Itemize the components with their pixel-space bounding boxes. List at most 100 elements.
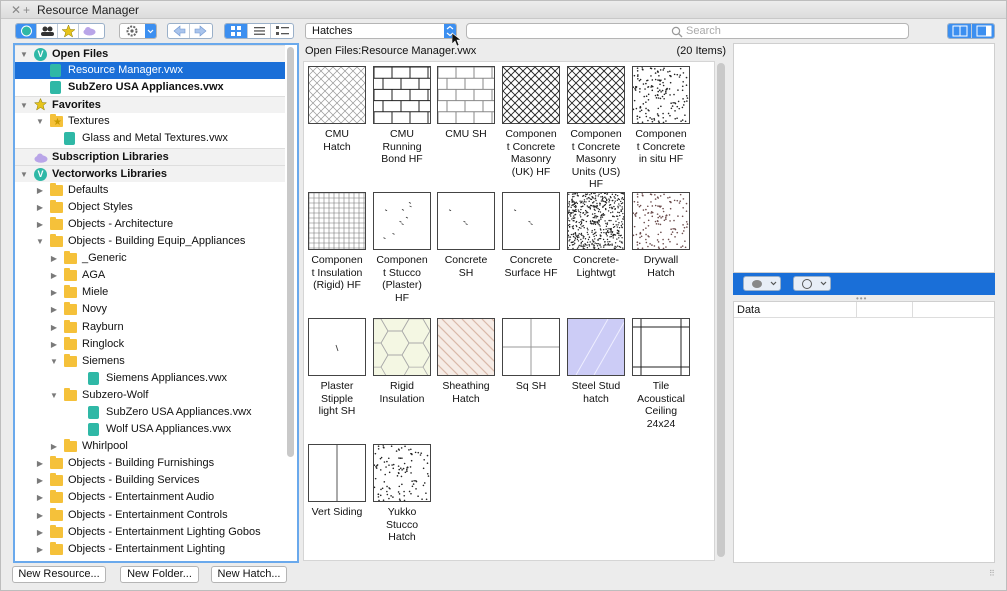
hatch-tile[interactable]: CMU SH: [437, 66, 495, 141]
disclosure-closed-icon[interactable]: ▶: [49, 336, 59, 353]
tree-item[interactable]: Subscription Libraries: [15, 147, 285, 165]
disclosure-closed-icon[interactable]: ▶: [49, 267, 59, 284]
disclosure-closed-icon[interactable]: ▶: [49, 250, 59, 267]
tree-item[interactable]: ▶ Object Styles: [15, 199, 285, 216]
hatch-tile[interactable]: Vert Siding: [308, 444, 366, 519]
favorites-button[interactable]: [58, 24, 79, 38]
disclosure-open-icon[interactable]: ▼: [35, 113, 45, 130]
disclosure-closed-icon[interactable]: ▶: [35, 472, 45, 489]
tree-item[interactable]: ▶ AGA: [15, 267, 285, 284]
new-resource-button[interactable]: New Resource...: [12, 566, 106, 583]
thumbnail-view-button[interactable]: [225, 24, 248, 38]
tree-item[interactable]: Resource Manager.vwx: [15, 62, 285, 80]
disclosure-closed-icon[interactable]: ▶: [35, 524, 45, 541]
hatch-tile[interactable]: Plaster Stipple light SH: [308, 318, 366, 418]
tree-item[interactable]: ▼ Objects - Building Equip_Appliances: [15, 233, 285, 250]
tree-item[interactable]: ▶ Rayburn: [15, 319, 285, 336]
render-mode-dropdown[interactable]: [743, 276, 781, 291]
hatch-tile[interactable]: CMU Hatch: [308, 66, 366, 153]
tree-item[interactable]: SubZero USA Appliances.vwx: [15, 79, 285, 96]
search-input[interactable]: Search: [466, 23, 909, 39]
disclosure-open-icon[interactable]: ▼: [49, 387, 59, 404]
hatch-tile[interactable]: Concrete- Lightwgt: [567, 192, 625, 279]
tree-item-label: Objects - Entertainment Lighting Gobos: [68, 525, 261, 538]
back-button[interactable]: [168, 24, 190, 38]
tree-item[interactable]: ▶ Objects - Building Furnishings: [15, 455, 285, 472]
vectorworks-libraries-button[interactable]: [16, 24, 37, 38]
list-view-button[interactable]: [248, 24, 271, 38]
disclosure-closed-icon[interactable]: ▶: [35, 541, 45, 558]
tree-item[interactable]: ▶ Objects - Entertainment Lighting Gobos: [15, 524, 285, 541]
new-folder-button[interactable]: New Folder...: [120, 566, 199, 583]
resource-type-select[interactable]: Hatches: [305, 23, 462, 47]
disclosure-closed-icon[interactable]: ▶: [49, 319, 59, 336]
folder-icon: [64, 439, 77, 453]
disclosure-closed-icon[interactable]: ▶: [49, 284, 59, 301]
disclosure-open-icon[interactable]: ▼: [19, 97, 29, 114]
new-hatch-button[interactable]: New Hatch...: [211, 566, 287, 583]
hatch-tile[interactable]: Tile Acoustical Ceiling 24x24: [632, 318, 690, 430]
detail-view-button[interactable]: [271, 24, 293, 38]
sidebar-panel-button[interactable]: [972, 24, 994, 38]
hatch-tile[interactable]: Componen t Concrete Masonry (UK) HF: [502, 66, 560, 178]
tree-item[interactable]: ▶ Novy: [15, 301, 285, 318]
tree-item[interactable]: ▼ Siemens: [15, 353, 285, 370]
tree-item[interactable]: ▶ Whirlpool: [15, 438, 285, 455]
tree-item[interactable]: ▶ Miele: [15, 284, 285, 301]
disclosure-closed-icon[interactable]: ▶: [35, 199, 45, 216]
hatch-tile[interactable]: Sheathing Hatch: [437, 318, 495, 405]
disclosure-closed-icon[interactable]: ▶: [35, 216, 45, 233]
detail-list-icon: [276, 26, 289, 35]
add-icon[interactable]: +: [23, 3, 30, 17]
disclosure-closed-icon[interactable]: ▶: [35, 182, 45, 199]
tree-item[interactable]: ▼ Subzero-Wolf: [15, 387, 285, 404]
tree-item[interactable]: ▶ Objects - Entertainment Lighting: [15, 541, 285, 558]
hatch-tile[interactable]: Componen t Concrete Masonry Units (US) H…: [567, 66, 625, 191]
disclosure-open-icon[interactable]: ▼: [19, 166, 29, 183]
hatch-tile[interactable]: Rigid Insulation: [373, 318, 431, 405]
split-panel-button[interactable]: [948, 24, 972, 38]
tree-item[interactable]: ▼ ★ Textures: [15, 113, 285, 130]
disclosure-closed-icon[interactable]: ▶: [35, 507, 45, 524]
tree-item[interactable]: ▶ Objects - Entertainment Audio: [15, 489, 285, 506]
tree-scrollbar[interactable]: [287, 47, 294, 457]
forward-button[interactable]: [190, 24, 212, 38]
hatch-tile[interactable]: CMU Running Bond HF: [373, 66, 431, 166]
disclosure-closed-icon[interactable]: ▶: [35, 489, 45, 506]
disclosure-open-icon[interactable]: ▼: [35, 233, 45, 250]
tree-item[interactable]: ▼ V Open Files: [15, 45, 285, 63]
close-icon[interactable]: ✕: [11, 3, 21, 17]
disclosure-closed-icon[interactable]: ▶: [49, 438, 59, 455]
hatch-tile[interactable]: Componen t Insulation (Rigid) HF: [308, 192, 366, 292]
tree-item[interactable]: ▶ Objects - Entertainment Controls: [15, 507, 285, 524]
view-angle-dropdown[interactable]: [793, 276, 831, 291]
hatch-tile[interactable]: Drywall Hatch: [632, 192, 690, 279]
hatch-tile[interactable]: Steel Stud hatch: [567, 318, 625, 405]
tree-item[interactable]: ▶ Objects - Building Services: [15, 472, 285, 489]
tree-item[interactable]: ▶ Objects - Architecture: [15, 216, 285, 233]
tree-item[interactable]: Wolf USA Appliances.vwx: [15, 421, 285, 438]
disclosure-closed-icon[interactable]: ▶: [49, 301, 59, 318]
tree-item[interactable]: Glass and Metal Textures.vwx: [15, 130, 285, 147]
tree-item[interactable]: ▶ Ringlock: [15, 336, 285, 353]
hatch-tile[interactable]: Componen t Stucco (Plaster) HF: [373, 192, 431, 304]
hatch-tile[interactable]: Concrete SH: [437, 192, 495, 279]
disclosure-open-icon[interactable]: ▼: [19, 46, 29, 63]
hatch-tile[interactable]: Yukko Stucco Hatch: [373, 444, 431, 544]
tree-item[interactable]: ▶ _Generic: [15, 250, 285, 267]
disclosure-closed-icon[interactable]: ▶: [35, 455, 45, 472]
hatch-tile[interactable]: Sq SH: [502, 318, 560, 393]
resize-grip-icon[interactable]: ⠿: [989, 569, 995, 578]
hatch-tile[interactable]: Componen t Concrete in situ HF: [632, 66, 690, 166]
disclosure-open-icon[interactable]: ▼: [49, 353, 59, 370]
tree-item[interactable]: ▼ V Vectorworks Libraries: [15, 164, 285, 183]
tree-item[interactable]: ▶ Defaults: [15, 182, 285, 199]
tree-item[interactable]: ▼ Favorites: [15, 96, 285, 114]
cloud-button[interactable]: [79, 24, 100, 38]
hatch-tile[interactable]: Concrete Surface HF: [502, 192, 560, 279]
tree-item[interactable]: SubZero USA Appliances.vwx: [15, 404, 285, 421]
settings-menu-button[interactable]: [119, 23, 157, 39]
tree-item[interactable]: Siemens Appliances.vwx: [15, 370, 285, 387]
grid-scrollbar[interactable]: [717, 63, 725, 557]
users-button[interactable]: [37, 24, 58, 38]
